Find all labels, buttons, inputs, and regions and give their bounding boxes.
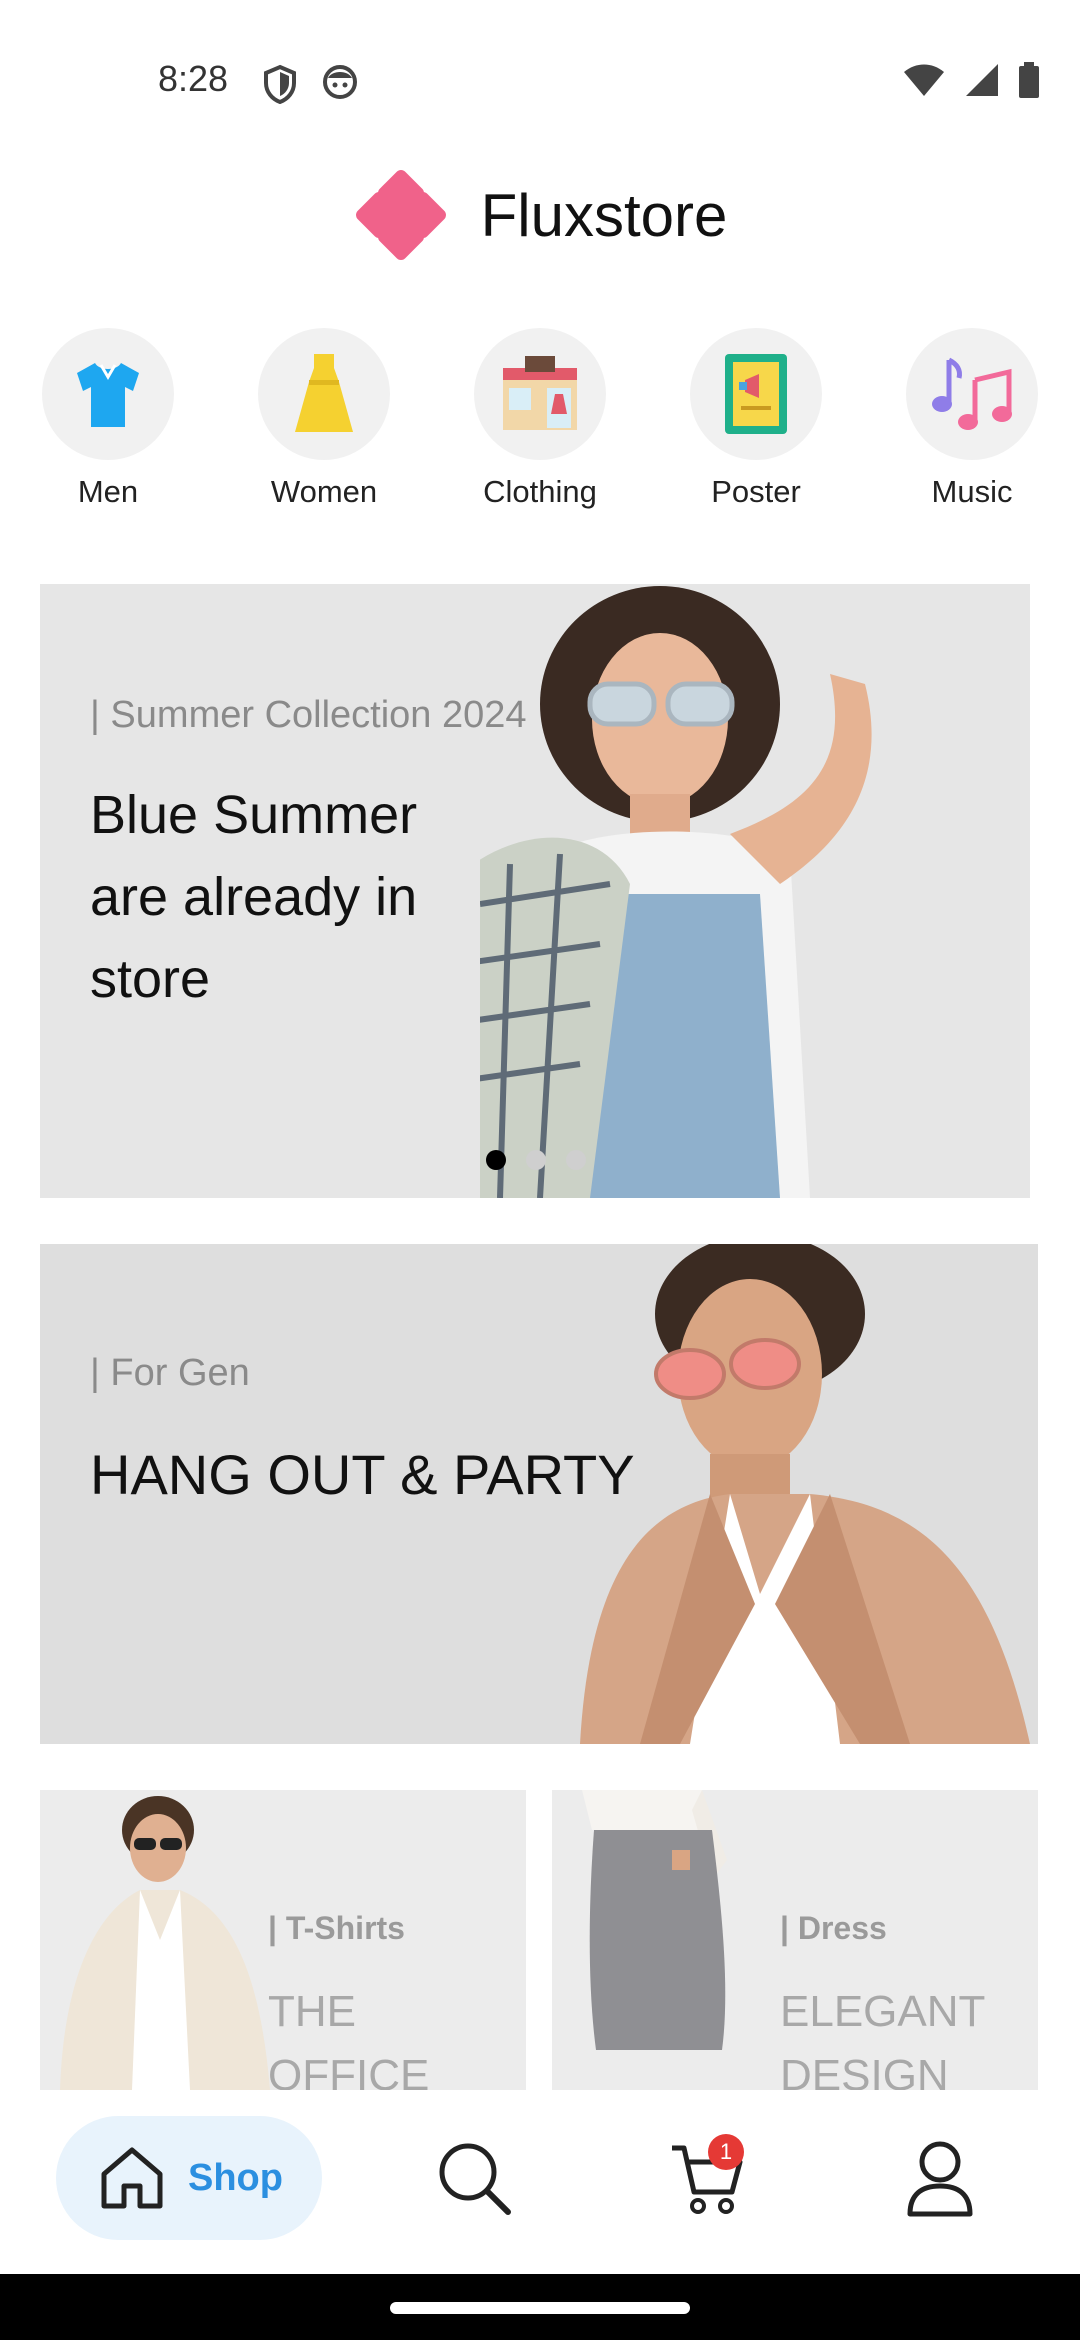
- shield-icon: [264, 64, 296, 104]
- category-poster[interactable]: Poster: [671, 328, 841, 510]
- woman-skirt-image: [582, 1790, 727, 2050]
- cellular-signal-icon: [966, 64, 998, 96]
- status-time: 8:28: [158, 58, 229, 99]
- carousel-dot-active[interactable]: [486, 1150, 506, 1170]
- nav-shop-button[interactable]: Shop: [56, 2116, 322, 2240]
- carousel-indicator[interactable]: [486, 1150, 586, 1170]
- nav-cart-button[interactable]: 1: [668, 2134, 746, 2223]
- category-circle: [906, 328, 1038, 460]
- tile-tag: | Dress: [780, 1910, 887, 1946]
- party-collection-banner[interactable]: | For Gen HANG OUT & PARTY: [40, 1244, 1038, 1744]
- status-icons: [902, 62, 1040, 98]
- category-circle: [42, 328, 174, 460]
- banner-headline: Blue Summer are already in store: [90, 785, 418, 1009]
- app-title: Fluxstore: [480, 181, 728, 249]
- banner-headline: HANG OUT & PARTY: [90, 1443, 635, 1506]
- tshirt-icon: [77, 363, 139, 427]
- banner-tag: | For Gen: [90, 1352, 250, 1394]
- man-suit-image: [60, 1796, 270, 2090]
- carousel-dot[interactable]: [526, 1150, 546, 1170]
- battery-icon: [1019, 62, 1039, 98]
- tile-headline: THE OFFICE LIFE: [268, 1987, 430, 2090]
- tshirts-tile[interactable]: | T-Shirts THE OFFICE LIFE: [40, 1790, 526, 2090]
- category-label: Poster: [711, 474, 801, 509]
- home-gesture-handle[interactable]: [390, 2302, 690, 2314]
- cart-count-badge: 1: [708, 2134, 744, 2170]
- music-notes-icon: [932, 357, 1012, 430]
- category-men[interactable]: Men: [23, 328, 193, 510]
- category-music[interactable]: Music: [887, 328, 1057, 510]
- clothing-store-icon: [503, 356, 577, 430]
- category-label: Women: [270, 474, 378, 509]
- app-header: Fluxstore: [0, 160, 1080, 270]
- category-women[interactable]: Women: [239, 328, 409, 510]
- poster-icon: [725, 354, 787, 434]
- search-icon[interactable]: [436, 2140, 514, 2218]
- dress-icon: [295, 354, 353, 432]
- category-row: Men Women Clothing Poster Music: [0, 328, 1080, 528]
- nav-shop-label: Shop: [188, 2156, 283, 2199]
- category-label: Clothing: [483, 474, 597, 509]
- profile-icon[interactable]: [906, 2140, 974, 2218]
- woman-model-image: [480, 586, 872, 1198]
- wifi-icon: [904, 64, 944, 96]
- category-circle: [474, 328, 606, 460]
- system-gesture-area: [0, 2274, 1080, 2340]
- status-bar: 8:28: [0, 0, 1080, 130]
- category-label: Men: [77, 474, 139, 509]
- summer-collection-banner[interactable]: | Summer Collection 2024 Blue Summer are…: [40, 584, 1030, 1198]
- banner-tag: | Summer Collection 2024: [90, 694, 527, 736]
- dress-tile[interactable]: | Dress ELEGANT DESIGN: [552, 1790, 1038, 2090]
- carousel-dot[interactable]: [566, 1150, 586, 1170]
- category-label: Music: [931, 474, 1013, 509]
- face-icon: [323, 65, 357, 99]
- bottom-navigation: Shop 1: [0, 2092, 1080, 2274]
- category-circle: [690, 328, 822, 460]
- category-circle: [258, 328, 390, 460]
- category-clothing[interactable]: Clothing: [455, 328, 625, 510]
- tile-tag: | T-Shirts: [268, 1910, 405, 1946]
- fluxstore-logo-icon: [353, 167, 449, 263]
- home-icon: [101, 2147, 163, 2209]
- tile-headline: ELEGANT DESIGN: [780, 1987, 985, 2090]
